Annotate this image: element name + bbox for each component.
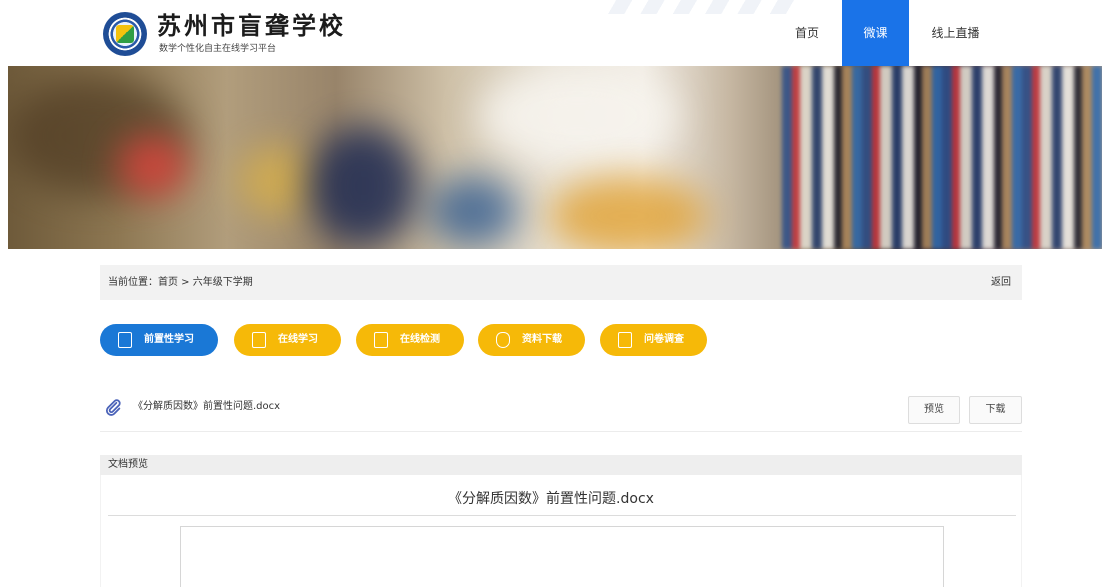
document-lines-icon (374, 332, 388, 348)
nav-micro-lessons[interactable]: 微课 (842, 0, 909, 66)
tab-label: 在线检测 (400, 334, 440, 345)
tab-pre-study[interactable]: 前置性学习 (100, 324, 218, 356)
clipboard-check-icon (252, 332, 266, 348)
tab-label: 在线学习 (278, 334, 318, 345)
back-link[interactable]: 返回 (991, 265, 1011, 300)
tab-label: 资料下载 (522, 334, 562, 345)
document-viewer[interactable] (180, 526, 944, 587)
document-title: 《分解质因数》前置性问题.docx (448, 491, 654, 507)
shield-download-icon (496, 332, 510, 348)
preview-panel-header: 文档预览 (100, 455, 1022, 475)
paperclip-icon (105, 399, 121, 416)
breadcrumb: 当前位置：首页 > 六年级下学期 返回 (100, 265, 1022, 300)
clipboard-check-icon (118, 332, 132, 348)
preview-button[interactable]: 预览 (908, 396, 960, 424)
nav-home[interactable]: 首页 (782, 0, 832, 66)
download-button[interactable]: 下载 (969, 396, 1022, 424)
school-logo[interactable] (103, 12, 147, 56)
hero-banner (8, 66, 1102, 249)
tab-online-study[interactable]: 在线学习 (234, 324, 341, 356)
tab-survey[interactable]: 问卷调查 (600, 324, 707, 356)
nav-live-stream[interactable]: 线上直播 (918, 0, 993, 66)
file-name[interactable]: 《分解质因数》前置性问题.docx (133, 400, 280, 414)
tab-downloads[interactable]: 资料下载 (478, 324, 585, 356)
tab-label: 前置性学习 (144, 334, 194, 345)
breadcrumb-label: 当前位置： (108, 277, 158, 288)
site-subtitle: 数学个性化自主在线学习平台 (159, 44, 277, 54)
divider (100, 431, 1022, 432)
site-title: 苏州市盲聋学校 (157, 11, 346, 40)
breadcrumb-path[interactable]: 首页 > 六年级下学期 (158, 277, 253, 288)
site-header: 苏州市盲聋学校 数学个性化自主在线学习平台 首页 微课 线上直播 (0, 0, 1102, 66)
tab-label: 问卷调查 (644, 334, 684, 345)
scroll-icon (618, 332, 632, 348)
bookshelf-image (782, 66, 1102, 249)
preview-heading: 文档预览 (108, 459, 148, 470)
decorative-stripes (600, 0, 800, 14)
document-title-rule (108, 515, 1016, 516)
tab-online-test[interactable]: 在线检测 (356, 324, 464, 356)
